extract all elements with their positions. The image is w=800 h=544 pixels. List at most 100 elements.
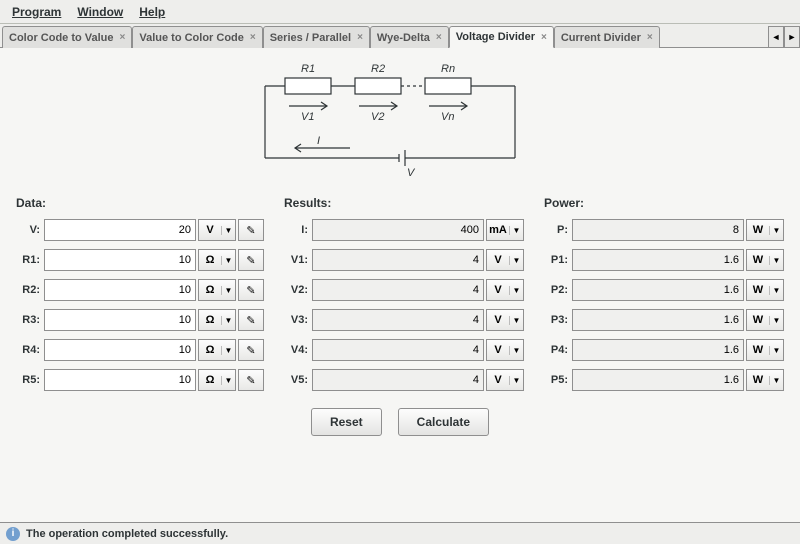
close-icon[interactable]: × bbox=[357, 32, 363, 43]
clear-button-r4[interactable]: ✎ bbox=[238, 339, 264, 361]
chevron-down-icon: ▼ bbox=[769, 346, 783, 355]
output-v2 bbox=[312, 279, 484, 301]
clear-button-v[interactable]: ✎ bbox=[238, 219, 264, 241]
unit-select-p1[interactable]: W▼ bbox=[746, 249, 784, 271]
unit-select-i[interactable]: mA▼ bbox=[486, 219, 524, 241]
label-p1: P1: bbox=[544, 254, 572, 266]
chevron-down-icon: ▼ bbox=[769, 316, 783, 325]
output-v5 bbox=[312, 369, 484, 391]
tab-label: Color Code to Value bbox=[9, 32, 114, 44]
input-v[interactable] bbox=[44, 219, 196, 241]
unit-select-p[interactable]: W▼ bbox=[746, 219, 784, 241]
menu-window[interactable]: Window bbox=[69, 1, 131, 23]
result-row-v1: V1: V▼ bbox=[284, 248, 524, 272]
calculate-button[interactable]: Calculate bbox=[398, 408, 489, 436]
output-v3 bbox=[312, 309, 484, 331]
input-r2[interactable] bbox=[44, 279, 196, 301]
unit-text: V bbox=[199, 224, 221, 236]
eraser-icon: ✎ bbox=[246, 224, 255, 237]
unit-select-r3[interactable]: Ω▼ bbox=[198, 309, 236, 331]
tab-value-to-color-code[interactable]: Value to Color Code× bbox=[132, 26, 262, 48]
menubar: Program Window Help bbox=[0, 0, 800, 24]
unit-select-v5[interactable]: V▼ bbox=[486, 369, 524, 391]
tab-label: Wye-Delta bbox=[377, 32, 430, 44]
unit-text: mA bbox=[487, 224, 509, 236]
unit-text: Ω bbox=[199, 254, 221, 266]
power-row-p3: P3: W▼ bbox=[544, 308, 784, 332]
chevron-down-icon: ▼ bbox=[221, 286, 235, 295]
clear-button-r1[interactable]: ✎ bbox=[238, 249, 264, 271]
power-row-p2: P2: W▼ bbox=[544, 278, 784, 302]
output-v1 bbox=[312, 249, 484, 271]
chevron-down-icon: ▼ bbox=[221, 346, 235, 355]
unit-text: Ω bbox=[199, 314, 221, 326]
clear-button-r3[interactable]: ✎ bbox=[238, 309, 264, 331]
unit-select-v1[interactable]: V▼ bbox=[486, 249, 524, 271]
input-r3[interactable] bbox=[44, 309, 196, 331]
unit-text: W bbox=[747, 344, 769, 356]
menu-program[interactable]: Program bbox=[4, 1, 69, 23]
data-row-r1: R1: Ω▼ ✎ bbox=[16, 248, 264, 272]
tab-voltage-divider[interactable]: Voltage Divider× bbox=[449, 26, 554, 48]
chevron-down-icon: ▼ bbox=[509, 346, 523, 355]
unit-select-v4[interactable]: V▼ bbox=[486, 339, 524, 361]
unit-select-r1[interactable]: Ω▼ bbox=[198, 249, 236, 271]
unit-select-p2[interactable]: W▼ bbox=[746, 279, 784, 301]
menu-help[interactable]: Help bbox=[131, 1, 173, 23]
unit-select-p4[interactable]: W▼ bbox=[746, 339, 784, 361]
label-v5: V5: bbox=[284, 374, 312, 386]
tab-color-code-to-value[interactable]: Color Code to Value × bbox=[2, 26, 132, 48]
reset-button[interactable]: Reset bbox=[311, 408, 382, 436]
close-icon[interactable]: × bbox=[120, 32, 126, 43]
eraser-icon: ✎ bbox=[246, 374, 255, 387]
tab-scroll-left[interactable]: ◄ bbox=[768, 26, 784, 48]
clear-button-r5[interactable]: ✎ bbox=[238, 369, 264, 391]
tab-bar: Color Code to Value × Value to Color Code… bbox=[0, 24, 800, 48]
close-icon[interactable]: × bbox=[647, 32, 653, 43]
input-r4[interactable] bbox=[44, 339, 196, 361]
power-row-p4: P4: W▼ bbox=[544, 338, 784, 362]
svg-text:R1: R1 bbox=[301, 63, 315, 75]
power-row-p: P: W▼ bbox=[544, 218, 784, 242]
tab-wye-delta[interactable]: Wye-Delta × bbox=[370, 26, 449, 48]
label-r4: R4: bbox=[16, 344, 44, 356]
output-p1 bbox=[572, 249, 744, 271]
unit-select-r4[interactable]: Ω▼ bbox=[198, 339, 236, 361]
svg-text:V1: V1 bbox=[301, 111, 314, 123]
unit-select-v[interactable]: V▼ bbox=[198, 219, 236, 241]
power-header: Power: bbox=[544, 196, 784, 210]
svg-text:V2: V2 bbox=[371, 111, 384, 123]
tab-current-divider[interactable]: Current Divider× bbox=[554, 26, 660, 48]
clear-button-r2[interactable]: ✎ bbox=[238, 279, 264, 301]
label-r2: R2: bbox=[16, 284, 44, 296]
chevron-down-icon: ▼ bbox=[221, 256, 235, 265]
label-p3: P3: bbox=[544, 314, 572, 326]
data-row-v: V: V▼ ✎ bbox=[16, 218, 264, 242]
unit-select-p3[interactable]: W▼ bbox=[746, 309, 784, 331]
unit-select-v2[interactable]: V▼ bbox=[486, 279, 524, 301]
chevron-down-icon: ▼ bbox=[509, 286, 523, 295]
eraser-icon: ✎ bbox=[246, 284, 255, 297]
result-row-v2: V2: V▼ bbox=[284, 278, 524, 302]
unit-select-r2[interactable]: Ω▼ bbox=[198, 279, 236, 301]
output-p4 bbox=[572, 339, 744, 361]
results-header: Results: bbox=[284, 196, 524, 210]
svg-text:Vn: Vn bbox=[441, 111, 454, 123]
tab-series-parallel[interactable]: Series / Parallel× bbox=[263, 26, 370, 48]
close-icon[interactable]: × bbox=[436, 32, 442, 43]
unit-text: V bbox=[487, 344, 509, 356]
unit-select-p5[interactable]: W▼ bbox=[746, 369, 784, 391]
input-r5[interactable] bbox=[44, 369, 196, 391]
eraser-icon: ✎ bbox=[246, 314, 255, 327]
input-r1[interactable] bbox=[44, 249, 196, 271]
tab-scroll-right[interactable]: ► bbox=[784, 26, 800, 48]
close-icon[interactable]: × bbox=[541, 32, 547, 43]
unit-text: W bbox=[747, 224, 769, 236]
unit-select-v3[interactable]: V▼ bbox=[486, 309, 524, 331]
content-panel: R1 R2 Rn V1 V2 Vn I V Data: V: V▼ ✎ R1: bbox=[0, 48, 800, 522]
circuit-diagram: R1 R2 Rn V1 V2 Vn I V bbox=[255, 58, 545, 188]
data-row-r3: R3: Ω▼ ✎ bbox=[16, 308, 264, 332]
close-icon[interactable]: × bbox=[250, 32, 256, 43]
unit-text: Ω bbox=[199, 284, 221, 296]
unit-select-r5[interactable]: Ω▼ bbox=[198, 369, 236, 391]
